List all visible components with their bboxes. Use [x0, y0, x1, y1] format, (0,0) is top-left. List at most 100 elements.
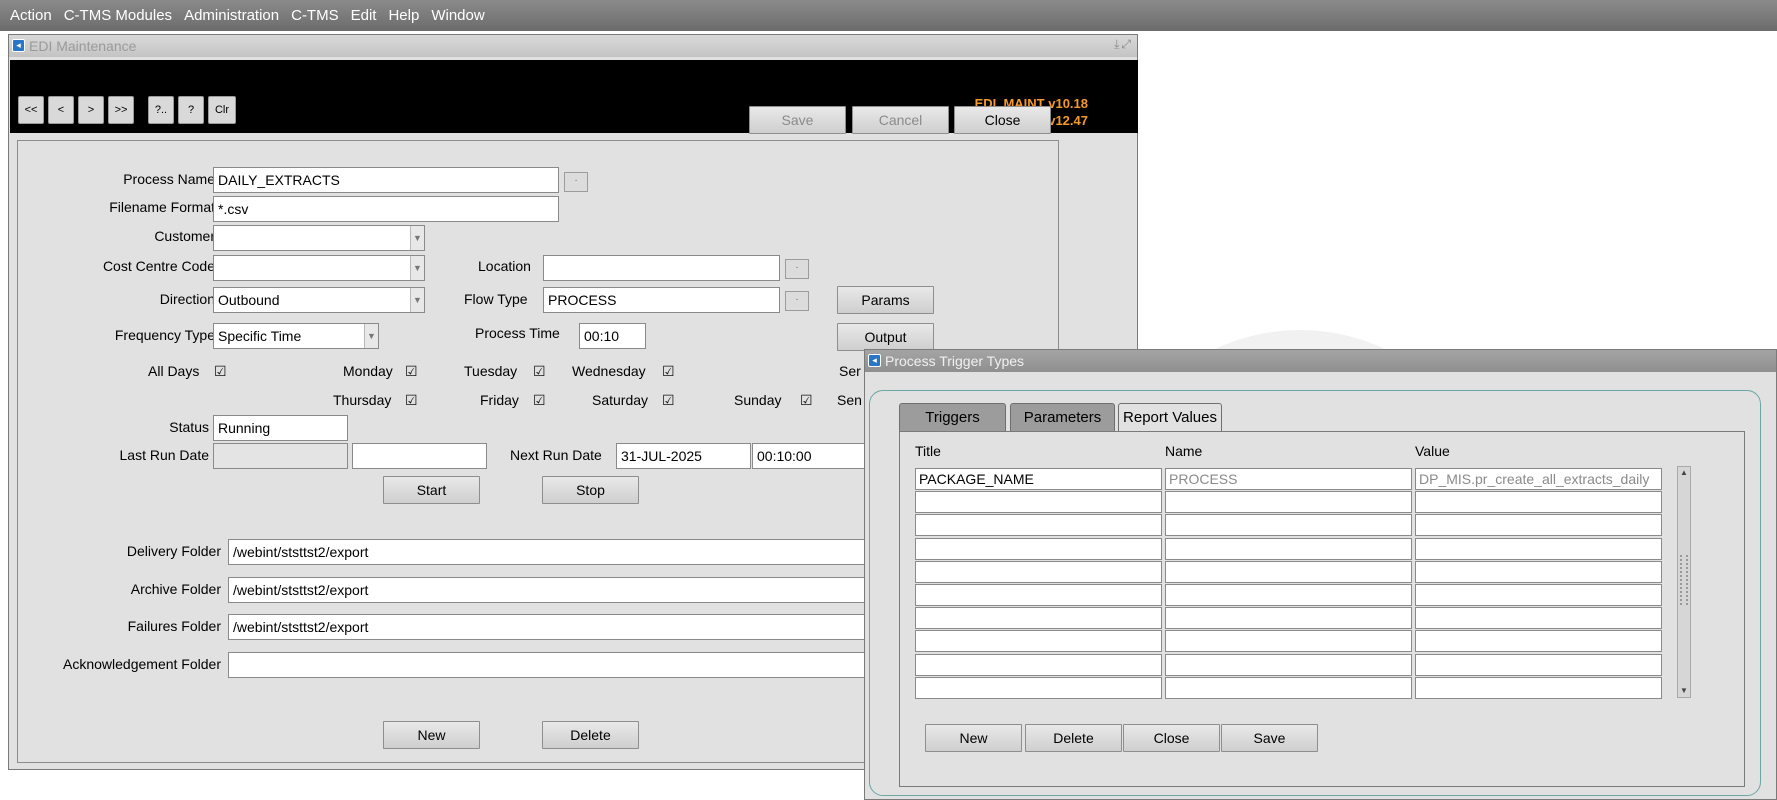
grid-cell-title[interactable]: [915, 514, 1162, 537]
thursday-checkbox[interactable]: ☑: [405, 393, 419, 407]
scroll-up-icon[interactable]: ▲: [1678, 467, 1690, 479]
friday-checkbox[interactable]: ☑: [533, 393, 547, 407]
start-button[interactable]: Start: [383, 476, 480, 504]
grid-cell-value[interactable]: [1415, 607, 1662, 630]
grid-cell-name[interactable]: [1165, 653, 1412, 676]
grid-cell-value[interactable]: [1415, 560, 1662, 583]
grid-scrollbar[interactable]: ▲ ▼: [1677, 466, 1691, 698]
menu-help[interactable]: Help: [382, 7, 425, 24]
monday-checkbox[interactable]: ☑: [405, 364, 419, 378]
wednesday-checkbox[interactable]: ☑: [662, 364, 676, 378]
tab-parameters[interactable]: Parameters: [1010, 403, 1115, 431]
next-record-button[interactable]: >: [78, 96, 104, 124]
cancel-button[interactable]: Cancel: [852, 106, 949, 134]
grid-cell-name[interactable]: [1165, 537, 1412, 560]
flow-type-lov-button[interactable]: ·: [785, 291, 809, 311]
clear-button[interactable]: Clr: [208, 96, 236, 124]
process-time-field[interactable]: 00:10: [579, 323, 646, 349]
edi-titlebar[interactable]: ◂ EDI Maintenance ⤓⤢: [9, 35, 1137, 57]
grid-cell-value[interactable]: [1415, 630, 1662, 653]
chevron-down-icon[interactable]: ▼: [364, 324, 378, 348]
grid-cell-name[interactable]: [1165, 676, 1412, 699]
lov-button[interactable]: ?..: [148, 96, 174, 124]
menu-window[interactable]: Window: [425, 7, 490, 24]
last-record-button[interactable]: >>: [108, 96, 134, 124]
save-button[interactable]: Save: [749, 106, 846, 134]
first-record-button[interactable]: <<: [18, 96, 44, 124]
grid-cell-name[interactable]: [1165, 560, 1412, 583]
menu-edit[interactable]: Edit: [345, 7, 383, 24]
direction-select[interactable]: Outbound ▼: [213, 287, 425, 313]
scroll-down-icon[interactable]: ▼: [1678, 685, 1690, 697]
next-run-date-field[interactable]: 31-JUL-2025: [616, 443, 751, 469]
chevron-down-icon[interactable]: ▼: [410, 288, 424, 312]
grid-cell-title[interactable]: [915, 653, 1162, 676]
trigger-new-button[interactable]: New: [925, 724, 1022, 752]
grid-cell-name[interactable]: [1165, 514, 1412, 537]
tab-triggers[interactable]: Triggers: [899, 403, 1006, 431]
frequency-type-select[interactable]: Specific Time ▼: [213, 323, 379, 349]
menu-ctms-modules[interactable]: C-TMS Modules: [58, 7, 178, 24]
trigger-save-button[interactable]: Save: [1221, 724, 1318, 752]
grid-cell-name[interactable]: [1165, 607, 1412, 630]
grid-cell-value[interactable]: [1415, 514, 1662, 537]
process-name-field[interactable]: DAILY_EXTRACTS: [213, 167, 559, 193]
process-name-lov-button[interactable]: ·: [564, 172, 588, 192]
cost-centre-select[interactable]: ▼: [213, 255, 425, 281]
grid-cell-value[interactable]: [1415, 491, 1662, 514]
failures-folder-field[interactable]: /webint/ststtst2/export: [228, 614, 878, 640]
new-button[interactable]: New: [383, 721, 480, 749]
last-run-time-field[interactable]: [352, 443, 487, 469]
delete-button[interactable]: Delete: [542, 721, 639, 749]
chevron-down-icon[interactable]: ▼: [410, 256, 424, 280]
grid-cell-title[interactable]: [915, 607, 1162, 630]
close-button[interactable]: Close: [954, 106, 1051, 134]
menu-administration[interactable]: Administration: [178, 7, 285, 24]
trigger-close-button[interactable]: Close: [1123, 724, 1220, 752]
grid-cell-value[interactable]: DP_MIS.pr_create_all_extracts_daily: [1415, 468, 1662, 490]
tab-report-values[interactable]: Report Values: [1118, 403, 1222, 431]
scroll-grip-icon[interactable]: [1680, 555, 1688, 605]
grid-cell-title[interactable]: [915, 676, 1162, 699]
filename-format-field[interactable]: *.csv: [213, 196, 559, 222]
grid-cell-title[interactable]: [915, 584, 1162, 606]
archive-folder-field[interactable]: /webint/ststtst2/export: [228, 577, 878, 603]
grid-cell-title[interactable]: [915, 630, 1162, 653]
grid-cell-name[interactable]: [1165, 491, 1412, 514]
all-days-checkbox[interactable]: ☑: [214, 364, 228, 378]
grid-cell-title[interactable]: [915, 537, 1162, 560]
grid-cell-title[interactable]: [915, 491, 1162, 514]
help-button[interactable]: ?: [178, 96, 204, 124]
last-run-date-field[interactable]: [213, 443, 348, 469]
next-run-time-field[interactable]: 00:10:00: [752, 443, 872, 469]
grid-cell-value[interactable]: [1415, 676, 1662, 699]
sunday-checkbox[interactable]: ☑: [800, 393, 814, 407]
tuesday-checkbox[interactable]: ☑: [533, 364, 547, 378]
saturday-checkbox[interactable]: ☑: [662, 393, 676, 407]
grid-cell-name[interactable]: PROCESS: [1165, 468, 1412, 490]
prev-record-button[interactable]: <: [48, 96, 74, 124]
chevron-down-icon[interactable]: ▼: [410, 226, 424, 250]
ack-folder-field[interactable]: [228, 652, 878, 678]
window-controls-icon[interactable]: ⤓⤢: [1114, 37, 1133, 52]
customer-select[interactable]: ▼: [213, 225, 425, 251]
grid-cell-value[interactable]: [1415, 537, 1662, 560]
params-button[interactable]: Params: [837, 286, 934, 314]
trigger-titlebar[interactable]: ◂ Process Trigger Types: [865, 350, 1776, 372]
grid-cell-value[interactable]: [1415, 584, 1662, 606]
trigger-delete-button[interactable]: Delete: [1025, 724, 1122, 752]
menu-ctms[interactable]: C-TMS: [285, 7, 345, 24]
delivery-folder-field[interactable]: /webint/ststtst2/export: [228, 539, 878, 565]
grid-cell-value[interactable]: [1415, 653, 1662, 676]
grid-cell-title[interactable]: PACKAGE_NAME: [915, 468, 1162, 490]
flow-type-field[interactable]: PROCESS: [543, 287, 780, 313]
grid-cell-name[interactable]: [1165, 584, 1412, 606]
location-field[interactable]: [543, 255, 780, 281]
output-button[interactable]: Output: [837, 323, 934, 351]
menu-action[interactable]: Action: [4, 7, 58, 24]
stop-button[interactable]: Stop: [542, 476, 639, 504]
status-field[interactable]: Running: [213, 415, 348, 441]
grid-cell-title[interactable]: [915, 560, 1162, 583]
location-lov-button[interactable]: ·: [785, 259, 809, 279]
grid-cell-name[interactable]: [1165, 630, 1412, 653]
